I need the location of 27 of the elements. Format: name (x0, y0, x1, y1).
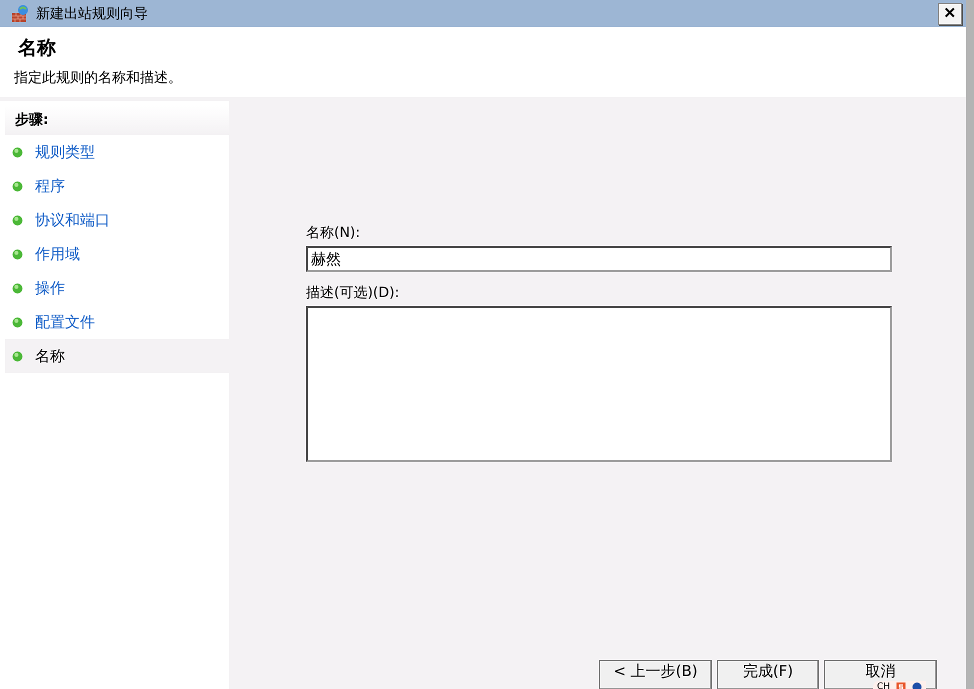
step-item[interactable]: 规则类型 (5, 135, 229, 169)
ime-mode-label[interactable]: CH (877, 682, 890, 689)
dot-icon (12, 282, 23, 294)
ime-logo-icon[interactable] (896, 682, 906, 689)
field-label: 描述(可选)(D): (306, 284, 400, 302)
window-title: 新建出站规则向导 (36, 4, 149, 22)
dialog-button[interactable]: 完成(F) (717, 660, 819, 689)
step-item[interactable]: 操作 (5, 271, 229, 305)
dot-icon (12, 350, 23, 362)
step-item[interactable]: 程序 (5, 169, 229, 203)
description-field[interactable] (306, 306, 892, 462)
dot-icon (12, 214, 23, 226)
step-item[interactable]: 作用域 (5, 237, 229, 271)
step-item[interactable]: 协议和端口 (5, 203, 229, 237)
dialog-button[interactable]: < 上一步(B) (599, 660, 712, 689)
step-item[interactable]: 名称 (5, 339, 229, 373)
firewall-icon (10, 4, 30, 24)
field-label: 名称(N): (306, 224, 362, 242)
dot-icon (12, 180, 23, 192)
close-button[interactable]: ✕ (938, 2, 962, 24)
step-item[interactable]: 配置文件 (5, 305, 229, 339)
dot-icon (12, 248, 23, 260)
dot-icon (12, 316, 23, 328)
page-title: 名称 (16, 36, 57, 61)
dot-icon (12, 146, 23, 158)
page-subtitle: 指定此规则的名称和描述。 (14, 69, 183, 87)
name-field[interactable]: 赫然 (306, 246, 892, 272)
